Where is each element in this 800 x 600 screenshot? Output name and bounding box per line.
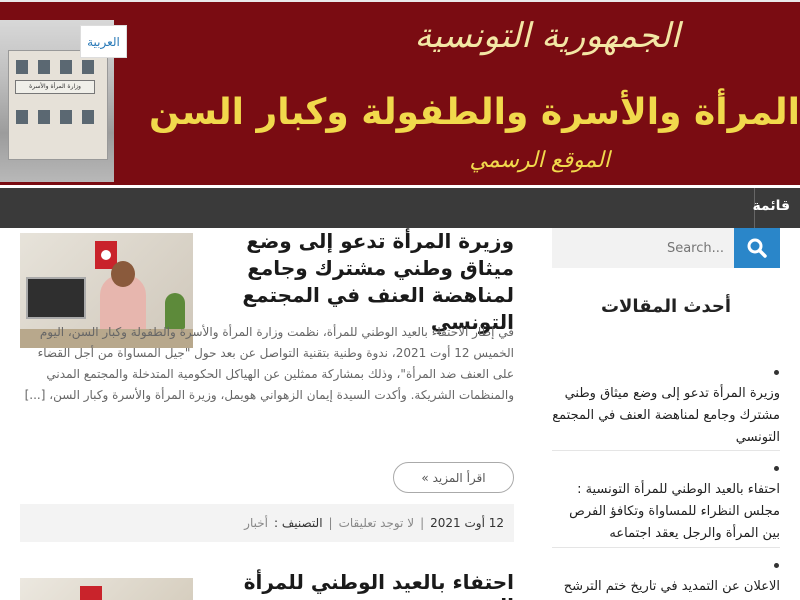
sidebar-heading: أحدث المقالات [600, 296, 732, 317]
building-window [16, 110, 28, 124]
main-navbar [0, 188, 800, 228]
article-title[interactable]: احتفاء بالعيد الوطني للمرأة التونسية [200, 570, 514, 600]
flag-icon [80, 586, 102, 600]
site-header: وزارة المرأة والأسرة العربية الجمهورية ا… [0, 0, 800, 185]
building-window [38, 110, 50, 124]
list-bullet [774, 563, 779, 568]
language-button[interactable]: العربية [80, 25, 127, 58]
building-window [60, 110, 72, 124]
article-title[interactable]: وزيرة المرأة تدعو إلى وضع ميثاق وطني مشت… [200, 228, 514, 336]
building-window [60, 60, 72, 74]
search-button[interactable] [734, 228, 780, 268]
sidebar-divider [552, 450, 780, 451]
search-icon [747, 238, 767, 258]
person-head [111, 261, 135, 287]
building-window [82, 60, 94, 74]
meta-separator: | [420, 516, 425, 530]
search-input[interactable] [552, 228, 734, 268]
menu-toggle[interactable]: قائمة [752, 198, 790, 214]
list-bullet [774, 370, 779, 375]
monitor-icon [26, 277, 86, 319]
site-subtitle: الموقع الرسمي [469, 148, 610, 173]
category-link[interactable]: أخبار [244, 516, 268, 530]
page: وزارة المرأة والأسرة العربية الجمهورية ا… [0, 0, 800, 600]
article-meta: 12 أوت 2021 | لا توجد تعليقات | التصنيف … [20, 504, 514, 542]
read-more-button[interactable]: اقرأ المزيد » [393, 462, 514, 493]
comments-link[interactable]: لا توجد تعليقات [339, 516, 414, 530]
sidebar-divider [552, 547, 780, 548]
article-excerpt: في إطار الاحتفاء بالعيد الوطني للمرأة، ن… [24, 325, 514, 402]
list-bullet [774, 466, 779, 471]
sidebar-recent-post[interactable]: وزيرة المرأة تدعو إلى وضع ميثاق وطني مشت… [552, 383, 780, 449]
site-title-line1: الجمهورية التونسية [414, 16, 680, 56]
building-sign: وزارة المرأة والأسرة [15, 80, 95, 94]
article-thumbnail[interactable] [20, 578, 193, 600]
site-title-line2[interactable]: المرأة والأسرة والطفولة وكبار السن [149, 92, 800, 133]
article-date: 12 أوت 2021 [430, 516, 504, 530]
sidebar-recent-post[interactable]: احتفاء بالعيد الوطني للمرأة التونسية : م… [552, 479, 780, 545]
building-window [38, 60, 50, 74]
category-label: التصنيف : [273, 516, 323, 530]
building-window [82, 110, 94, 124]
building-window [16, 60, 28, 74]
meta-separator: | [328, 516, 333, 530]
sidebar-recent-post[interactable]: الاعلان عن التمديد في تاريخ ختم الترشح [552, 576, 780, 598]
